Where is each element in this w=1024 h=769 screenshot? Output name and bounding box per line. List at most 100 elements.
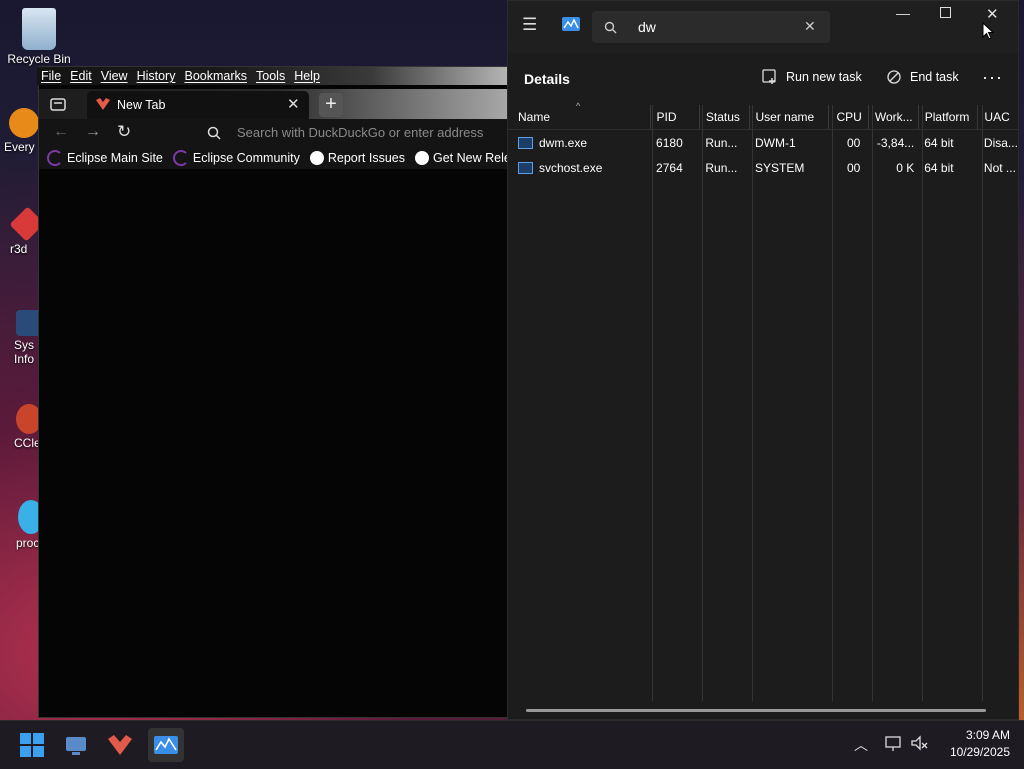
menu-view[interactable]: View: [101, 67, 128, 85]
process-name: svchost.exe: [539, 160, 603, 175]
bookmark-label: Eclipse Community: [192, 151, 300, 165]
table-row[interactable]: svchost.exe 2764 Run... SYSTEM 00 0 K 64…: [508, 155, 1018, 180]
browser-window: File Edit View History Bookmarks Tools H…: [37, 66, 537, 718]
end-task-label: End task: [910, 70, 959, 84]
end-task-button[interactable]: End task: [886, 69, 959, 85]
details-header: Details Run new task End task ···: [508, 57, 1018, 103]
bookmark-eclipse-community[interactable]: Eclipse Community: [172, 150, 300, 166]
page-title: Details: [524, 71, 570, 87]
taskbar-app-browser[interactable]: [104, 729, 136, 761]
tab-title: New Tab: [117, 98, 166, 112]
col-header-working-set[interactable]: Work...: [868, 105, 919, 130]
everything-icon: [9, 108, 39, 138]
back-icon[interactable]: ←: [53, 123, 69, 141]
process-icon: [518, 137, 533, 150]
menu-help[interactable]: Help: [294, 67, 320, 85]
clear-search-icon[interactable]: ✕: [804, 18, 816, 35]
forward-icon[interactable]: →: [85, 123, 101, 141]
table-row[interactable]: dwm.exe 6180 Run... DWM-1 00 -3,84... 64…: [508, 130, 1018, 156]
start-button[interactable]: [16, 729, 48, 761]
more-options-icon[interactable]: ···: [982, 67, 1003, 88]
menu-edit[interactable]: Edit: [70, 67, 92, 85]
menu-history[interactable]: History: [137, 67, 176, 85]
recycle-bin-icon: [22, 8, 56, 50]
tab-overview-icon[interactable]: [49, 95, 67, 113]
search-value: dw: [638, 19, 656, 35]
taskbar-app-task-manager[interactable]: [148, 728, 184, 762]
col-header-status[interactable]: Status: [699, 105, 750, 130]
network-monitor-icon: [66, 737, 86, 755]
process-cpu: 00: [847, 160, 861, 175]
desktop-icon-recycle-bin[interactable]: Recycle Bin: [6, 8, 72, 66]
tab-new-tab[interactable]: New Tab ✕: [87, 91, 309, 119]
run-new-task-label: Run new task: [786, 70, 862, 84]
bookmark-report-issues[interactable]: Report Issues: [309, 151, 405, 165]
address-bar[interactable]: Search with DuckDuckGo or enter address: [197, 119, 509, 147]
process-working-set: 0 K: [896, 160, 915, 175]
minimize-icon[interactable]: —: [896, 5, 910, 21]
reload-icon[interactable]: ↻: [117, 122, 131, 142]
windows-logo-icon: [20, 733, 44, 757]
process-uac: Not ...: [983, 160, 1016, 175]
eclipse-icon: [172, 150, 189, 166]
desktop-icon-label: Every: [4, 140, 35, 154]
run-new-task-icon: [762, 69, 776, 84]
menu-bookmarks[interactable]: Bookmarks: [184, 67, 247, 85]
hamburger-menu-icon[interactable]: ☰: [522, 15, 537, 35]
github-icon: [309, 151, 324, 165]
search-icon: [207, 126, 221, 140]
process-pid: 2764: [656, 160, 683, 175]
desktop-icon-label: CCle: [14, 436, 41, 450]
process-icon: [518, 162, 533, 175]
eclipse-icon: [47, 150, 63, 166]
process-working-set: -3,84...: [876, 135, 915, 150]
end-task-icon: [887, 70, 901, 84]
task-manager-titlebar: ☰ dw ✕ — ✕: [508, 1, 1018, 53]
col-header-pid[interactable]: PID: [650, 105, 700, 130]
col-header-platform[interactable]: Platform: [918, 105, 979, 130]
clock-date: 10/29/2025: [949, 745, 1010, 759]
process-status: Run...: [705, 135, 738, 150]
process-table: Name PID Status User name CPU Work... Pl…: [508, 105, 1018, 180]
process-cpu: 00: [847, 135, 861, 150]
task-manager-window: ☰ dw ✕ — ✕ Details Run new task End task…: [507, 0, 1019, 720]
menu-tools[interactable]: Tools: [256, 67, 285, 85]
bookmark-label: Eclipse Main Site: [67, 151, 163, 165]
browser-menubar: File Edit View History Bookmarks Tools H…: [37, 67, 515, 85]
process-platform: 64 bit: [924, 160, 954, 175]
taskbar-app-system-monitor[interactable]: [60, 729, 92, 761]
col-header-name[interactable]: Name: [508, 105, 651, 130]
run-new-task-button[interactable]: Run new task: [762, 69, 862, 85]
search-icon: [604, 21, 617, 34]
clock-time: 3:09 AM: [965, 728, 1010, 742]
browser-logo-icon: [96, 98, 110, 110]
process-search-input[interactable]: dw ✕: [592, 11, 830, 43]
browser-navbar: ← → ↻ Search with DuckDuckGo or enter ad…: [39, 119, 509, 149]
close-icon[interactable]: ✕: [986, 5, 999, 23]
volume-muted-icon[interactable]: [910, 735, 930, 753]
maximize-icon[interactable]: [940, 7, 951, 18]
taskbar: ︿ 3:09 AM 10/29/2025: [0, 720, 1024, 769]
bookmarks-toolbar: Eclipse Main Site Eclipse Community Repo…: [39, 147, 537, 169]
horizontal-scrollbar[interactable]: [526, 709, 986, 712]
bookmark-label: Report Issues: [327, 151, 405, 165]
process-name: dwm.exe: [539, 135, 588, 150]
desktop-icon-label: Recycle Bin: [7, 52, 71, 66]
col-header-user-name[interactable]: User name: [749, 105, 829, 130]
tab-close-icon[interactable]: ✕: [287, 95, 300, 113]
desktop-icon-label: Sys Info: [14, 338, 35, 366]
mouse-cursor-icon: [982, 22, 995, 40]
process-uac: Disa...: [983, 135, 1018, 150]
new-tab-button[interactable]: +: [319, 93, 343, 117]
clock[interactable]: 3:09 AM 10/29/2025: [940, 728, 1010, 759]
bookmark-eclipse-main-site[interactable]: Eclipse Main Site: [47, 150, 163, 166]
menu-file[interactable]: File: [41, 67, 61, 85]
desktop-icon-label: proc: [16, 536, 40, 550]
display-icon[interactable]: [884, 735, 904, 753]
show-hidden-icons-chevron-icon[interactable]: ︿: [854, 735, 868, 755]
process-user: SYSTEM: [755, 160, 805, 175]
table-header-row: Name PID Status User name CPU Work... Pl…: [508, 105, 1018, 130]
col-header-cpu[interactable]: CPU: [828, 105, 869, 130]
col-header-uac[interactable]: UAC: [977, 105, 1018, 130]
process-status: Run...: [705, 160, 738, 175]
